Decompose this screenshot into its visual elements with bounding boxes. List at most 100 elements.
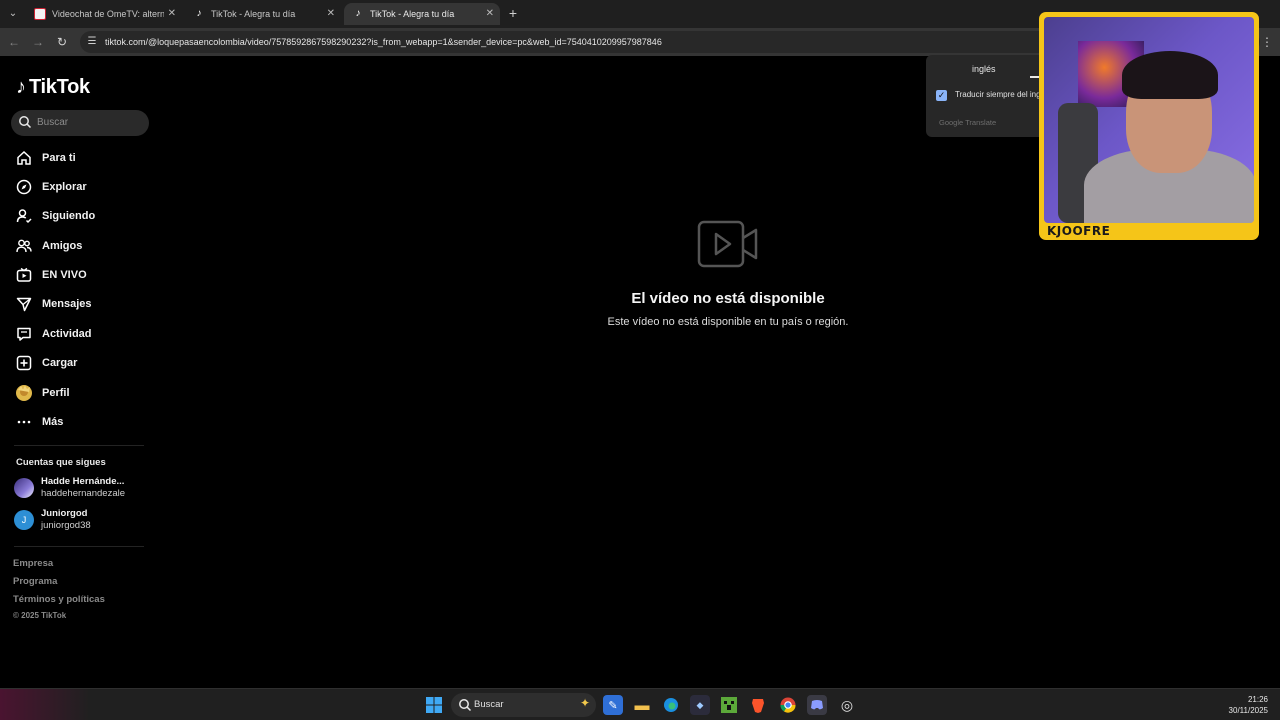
tiktok-icon: ♪	[196, 8, 202, 19]
brave-browser-icon[interactable]	[748, 695, 768, 715]
nav-label: Explorar	[42, 181, 87, 193]
search-icon	[459, 699, 472, 712]
nav-item-para-ti[interactable]: Para ti	[14, 146, 154, 170]
account-name: Juniorgod	[41, 508, 88, 519]
messages-icon	[14, 294, 34, 314]
back-icon[interactable]: ←	[5, 33, 23, 51]
discord-icon[interactable]	[807, 695, 827, 715]
nav-item-siguiendo[interactable]: Siguiendo	[14, 204, 154, 228]
nav-label: Amigos	[42, 240, 83, 252]
system-clock[interactable]: 21:26 30/11/2025	[1229, 694, 1268, 716]
nav-item-actividad[interactable]: Actividad	[14, 322, 154, 346]
nav-item-perfil[interactable]: Perfil	[14, 381, 154, 405]
screen: ⌄ Videochat de OmeTV: alternati... ✕ ♪ T…	[0, 0, 1280, 720]
nav-item-amigos[interactable]: Amigos	[14, 234, 154, 258]
browser-menu-icon[interactable]: ⋮	[1260, 33, 1274, 51]
tab-search-button[interactable]: ⌄	[4, 5, 22, 23]
footer-link-empresa[interactable]: Empresa	[13, 558, 53, 569]
taskbar-search-placeholder: Buscar	[474, 699, 504, 710]
sidebar-divider	[14, 445, 144, 446]
following-section-title: Cuentas que sigues	[16, 457, 106, 468]
following-icon	[14, 206, 34, 226]
account-name: Hadde Hernánde...	[41, 476, 125, 487]
tiktok-logo[interactable]: ♪ TikTok	[16, 74, 90, 100]
account-handle: haddehernandezale	[41, 488, 125, 499]
close-tab-icon[interactable]: ✕	[486, 3, 494, 25]
obs-studio-icon[interactable]: ◎	[837, 695, 857, 715]
more-icon	[14, 412, 34, 432]
reload-icon[interactable]: ↻	[53, 33, 71, 51]
nav-label: Perfil	[42, 387, 70, 399]
upload-icon	[14, 353, 34, 373]
streamer-name-tag: KJOOFRE	[1047, 224, 1111, 238]
taskbar-search-input[interactable]: Buscar ✦	[451, 693, 596, 717]
nav-item-en-vivo[interactable]: EN VIVO	[14, 263, 154, 287]
translate-source-language-tab[interactable]: inglés	[972, 64, 996, 74]
tiktok-icon: ♪	[355, 8, 361, 19]
activity-icon	[14, 324, 34, 344]
nav-label: Actividad	[42, 328, 92, 340]
nav-label: Cargar	[42, 357, 78, 369]
nav-label: Más	[42, 416, 64, 428]
notes-app-icon[interactable]: ✎	[603, 695, 623, 715]
search-icon	[19, 116, 32, 129]
copilot-sparkle-icon: ✦	[579, 696, 590, 710]
account-handle: juniorgod38	[41, 520, 91, 531]
following-account-juniorgod[interactable]: J Juniorgod juniorgod38	[14, 507, 154, 533]
webcam-overlay: KJOOFRE	[1039, 12, 1259, 240]
clock-time: 21:26	[1247, 695, 1268, 704]
google-translate-brand: Google Translate	[939, 118, 997, 127]
video-unavailable-icon	[697, 220, 758, 268]
tiktok-note-icon: ♪	[16, 75, 26, 98]
close-tab-icon[interactable]: ✕	[168, 3, 176, 25]
minecraft-icon[interactable]	[719, 695, 739, 715]
avatar: J	[14, 510, 34, 530]
home-icon	[14, 148, 34, 168]
site-info-icon[interactable]: ☰	[86, 36, 98, 48]
nav-label: Mensajes	[42, 298, 92, 310]
compass-icon	[14, 177, 34, 197]
forward-icon[interactable]: →	[29, 33, 47, 51]
nav-label: EN VIVO	[42, 269, 87, 281]
browser-tab-ometv[interactable]: Videochat de OmeTV: alternati... ✕	[26, 3, 182, 25]
file-explorer-icon[interactable]: ▬	[632, 695, 652, 715]
footer-link-programa[interactable]: Programa	[13, 576, 57, 587]
nav-label: Siguiendo	[42, 210, 96, 222]
nav-item-mensajes[interactable]: Mensajes	[14, 292, 154, 316]
nav-item-explorar[interactable]: Explorar	[14, 175, 154, 199]
footer-link-terminos[interactable]: Términos y políticas	[13, 594, 105, 605]
copyright: © 2025 TikTok	[13, 611, 67, 620]
new-tab-button[interactable]: +	[504, 4, 522, 22]
taskbar-widget-glow	[0, 689, 90, 720]
live-icon	[14, 265, 34, 285]
nav-item-mas[interactable]: Más	[14, 410, 154, 434]
browser-tab-tiktok-2[interactable]: ♪ TikTok - Alegra tu día ✕	[344, 3, 500, 25]
ometv-icon	[34, 8, 46, 20]
video-unavailable-title: El vídeo no está disponible	[631, 290, 825, 307]
following-account-hadde[interactable]: Hadde Hernánde... haddehernandezale	[14, 475, 154, 501]
chrome-browser-icon[interactable]	[778, 695, 798, 715]
avatar	[14, 478, 34, 498]
tab-title: TikTok - Alegra tu día	[211, 9, 296, 19]
clock-date: 30/11/2025	[1228, 706, 1268, 715]
close-tab-icon[interactable]: ✕	[327, 3, 335, 25]
profile-avatar-icon	[14, 383, 34, 403]
davinci-resolve-icon[interactable]: ◆	[690, 695, 710, 715]
friends-icon	[14, 236, 34, 256]
windows-taskbar: Buscar ✦ ✎ ▬ ◆ ◎ 21:26 30/11/2025	[0, 688, 1280, 720]
search-input[interactable]: Buscar	[11, 110, 149, 136]
browser-tab-tiktok-1[interactable]: ♪ TikTok - Alegra tu día ✕	[185, 3, 341, 25]
sidebar-divider	[14, 546, 144, 547]
url-text[interactable]: tiktok.com/@loquepasaencolombia/video/75…	[105, 31, 662, 53]
webcam-feed	[1044, 17, 1254, 223]
brand-name: TikTok	[29, 75, 90, 98]
tab-title: Videochat de OmeTV: alternati...	[52, 9, 164, 19]
tab-title: TikTok - Alegra tu día	[370, 9, 455, 19]
nav-item-cargar[interactable]: Cargar	[14, 351, 154, 375]
windows-start-icon[interactable]	[424, 695, 444, 715]
always-translate-label[interactable]: Traducir siempre del ing	[955, 90, 1041, 99]
always-translate-checkbox[interactable]: ✓	[936, 90, 947, 101]
edge-browser-icon[interactable]	[661, 695, 681, 715]
video-unavailable-subtitle: Este vídeo no está disponible en tu país…	[607, 316, 849, 328]
person-hair	[1122, 51, 1218, 99]
